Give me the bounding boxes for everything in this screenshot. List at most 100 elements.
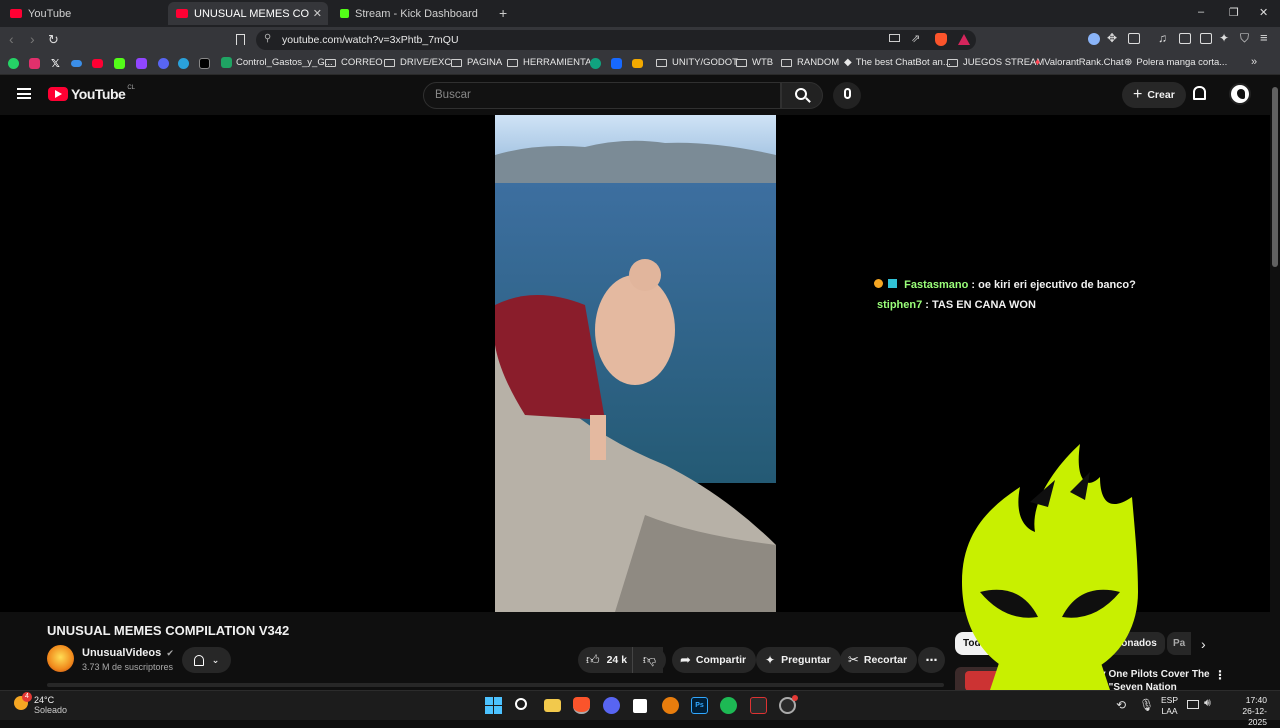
weather-widget[interactable]: 24°C Soleado (34, 695, 67, 715)
bookmark-random[interactable]: RANDOM (781, 57, 839, 68)
blender-icon[interactable] (662, 697, 679, 714)
voice-search-button[interactable] (833, 82, 861, 109)
discord-icon[interactable] (603, 697, 620, 714)
close-window-icon[interactable]: ✕ (1259, 6, 1268, 19)
menu-icon[interactable]: ≡ (1260, 30, 1268, 45)
telegram-icon[interactable] (178, 58, 189, 69)
bookmark-valorantrank[interactable]: ♦ ValorantRank.Chat (1035, 57, 1124, 68)
bookmark-correo[interactable]: CORREO (325, 57, 383, 68)
reload-icon[interactable]: ↻ (48, 32, 59, 48)
youtube-logo[interactable]: YouTube CL (48, 85, 135, 102)
plus-icon: + (1133, 86, 1143, 103)
bookmark-control-gastos[interactable]: Control_Gastos_y_G... (221, 57, 333, 68)
bookmark-polera[interactable]: ⊕ Polera manga corta... (1124, 57, 1227, 68)
tab-youtube[interactable]: YouTube (2, 2, 166, 25)
chevron-right-icon[interactable]: › (1201, 636, 1206, 652)
x-twitter-icon[interactable]: 𝕏 (51, 57, 60, 70)
address-bar[interactable]: ⚲ youtube.com/watch?v=3xPhtb_7mQU ⇗ (256, 30, 976, 50)
share-page-icon[interactable]: ⇗ (911, 32, 920, 45)
more-actions-button[interactable]: ⋯ (918, 647, 945, 673)
gmail-icon[interactable] (199, 58, 210, 69)
brave-shields-icon[interactable] (935, 33, 947, 46)
folder-color-icon[interactable] (632, 59, 643, 68)
bookmark-chatbot[interactable]: ◆ The best ChatBot an... (844, 57, 951, 68)
bookmark-drive-exc[interactable]: DRIVE/EXC (384, 57, 451, 68)
more-bookmarks-icon[interactable]: » (1251, 56, 1257, 68)
minimize-icon[interactable]: – (1198, 6, 1204, 18)
avatar[interactable] (1229, 83, 1251, 105)
youtube-bookmark-icon[interactable] (92, 59, 103, 68)
description-box-edge (47, 683, 944, 687)
valorant-taskbar-icon[interactable] (750, 697, 767, 714)
filter-chip-more[interactable]: Pa (1167, 632, 1191, 655)
leo-wallet-icon[interactable] (1200, 33, 1212, 44)
language-indicator[interactable]: ESP LAA (1161, 695, 1178, 717)
bookmark-wtb[interactable]: WTB (736, 57, 773, 68)
spotify-icon[interactable] (720, 697, 737, 714)
youtube-header: YouTube CL Buscar + Crear (0, 75, 1280, 115)
subscription-bell-button[interactable]: ⌄ (182, 647, 231, 673)
bookmark-herramientas[interactable]: HERRAMIENTAS (507, 57, 598, 68)
twitch-icon[interactable] (136, 58, 147, 69)
more-icon: ⋯ (925, 653, 938, 667)
media-icon[interactable]: ♫ (1158, 31, 1167, 45)
search-button[interactable] (781, 82, 823, 109)
site-info-icon[interactable]: ⚲ (264, 33, 271, 44)
volume-icon[interactable]: 🔊︎ (1204, 697, 1211, 710)
notifications-bell-icon[interactable] (1193, 86, 1206, 100)
search-taskbar-icon[interactable] (515, 698, 527, 710)
clip-button[interactable]: ✂ Recortar (840, 647, 918, 673)
ai-sparkle-icon[interactable]: ✦ (1219, 31, 1229, 45)
pen-tool-icon[interactable] (158, 58, 169, 69)
notion-icon[interactable] (633, 699, 647, 713)
scrollbar-thumb[interactable] (1272, 87, 1278, 267)
display-tray-icon[interactable] (1187, 700, 1199, 709)
clock[interactable]: 17:40 26-12-2025 (1227, 695, 1267, 728)
profile-icon[interactable] (1088, 33, 1100, 45)
bookmark-pagina[interactable]: PAGINA (451, 57, 502, 68)
share-button[interactable]: ➦ Compartir (672, 647, 757, 673)
mic-tray-icon[interactable]: 🎙︎ (1139, 698, 1154, 712)
sidebar-icon[interactable] (1179, 33, 1191, 44)
tab-kick-dashboard[interactable]: Stream - Kick Dashboard (332, 2, 494, 25)
file-explorer-icon[interactable] (544, 699, 561, 712)
photoshop-icon[interactable]: Ps (691, 697, 708, 714)
page-scrollbar[interactable] (1270, 75, 1280, 690)
forward-icon[interactable]: › (30, 31, 35, 47)
settings-app-icon[interactable] (779, 695, 798, 714)
behance-icon[interactable] (611, 58, 622, 69)
dislike-button[interactable]: 👎︎ (632, 647, 666, 673)
whatsapp-icon[interactable] (8, 58, 19, 69)
close-tab-icon[interactable]: ✕ (313, 7, 322, 20)
brave-taskbar-icon[interactable] (573, 697, 590, 714)
new-tab-icon[interactable]: + (499, 5, 507, 21)
sync-tray-icon[interactable]: ⟲ (1116, 698, 1126, 712)
kick-bookmark-icon[interactable] (114, 58, 125, 69)
valorant-icon: ♦ (1035, 57, 1041, 68)
brave-rewards-icon[interactable] (958, 34, 970, 45)
related-more-icon[interactable]: ⋮ (1214, 668, 1226, 682)
cast-icon[interactable] (889, 34, 900, 42)
instagram-icon[interactable] (29, 58, 40, 69)
vpn-shield-icon[interactable]: ⛉ (1240, 31, 1249, 46)
hamburger-menu-icon[interactable] (17, 88, 31, 99)
bookmark-unity-godot[interactable]: UNITY/GODOT (656, 57, 738, 68)
maximize-icon[interactable]: ❐ (1229, 6, 1239, 19)
start-icon[interactable] (485, 697, 502, 714)
wallet-icon[interactable] (1128, 33, 1140, 44)
tab-unusual-memes[interactable]: UNUSUAL MEMES COMPILATION ✕ (168, 2, 328, 25)
channel-avatar[interactable] (47, 645, 74, 672)
folder-icon (656, 58, 667, 67)
channel-name[interactable]: UnusualVideos ✔ (82, 647, 174, 659)
bookmark-icon[interactable] (236, 34, 245, 45)
bookmark-juegos-stream[interactable]: JUEGOS STREAM (947, 57, 1044, 68)
extensions-icon[interactable]: ✥ (1107, 31, 1117, 45)
chatgpt-icon[interactable] (590, 58, 601, 69)
search-input[interactable]: Buscar (423, 82, 781, 109)
windows-taskbar: 4 24°C Soleado Ps ⟲ 🎙︎ ESP LAA 🔊︎ 17:40 … (0, 690, 1280, 727)
create-button[interactable]: + Crear (1122, 82, 1186, 108)
onedrive-icon[interactable] (71, 60, 82, 67)
ask-button[interactable]: ✦ Preguntar (756, 647, 841, 673)
back-icon[interactable]: ‹ (9, 31, 14, 47)
weather-sun-icon[interactable]: 4 (14, 692, 32, 710)
